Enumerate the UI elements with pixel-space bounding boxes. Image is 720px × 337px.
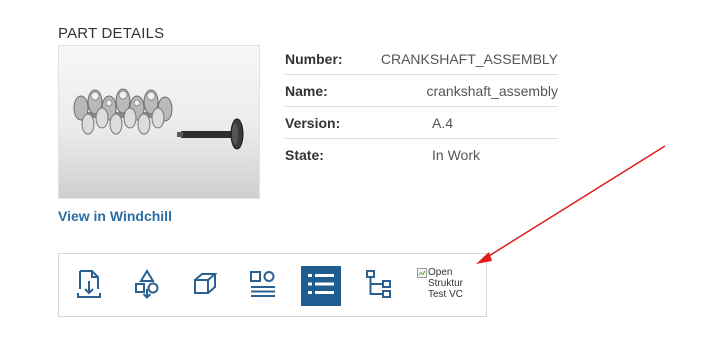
section-title: PART DETAILS — [58, 25, 165, 42]
property-row-version: Version: A.4 — [285, 107, 558, 139]
list-icon — [307, 272, 335, 301]
property-label: Version: — [285, 114, 341, 131]
attributes-list-icon — [249, 270, 277, 303]
property-row-number: Number: CRANKSHAFT_ASSEMBLY — [285, 43, 558, 75]
view-in-windchill-link[interactable]: View in Windchill — [58, 208, 172, 224]
download-document-button[interactable] — [69, 266, 109, 306]
structure-tree-icon — [365, 269, 393, 304]
3d-view-button[interactable] — [185, 266, 225, 306]
action-toolbar: Open Struktur Test VC — [58, 253, 487, 317]
cube-icon — [192, 271, 218, 302]
property-value: A.4 — [432, 114, 454, 131]
property-row-state: State: In Work — [285, 139, 558, 170]
property-label: State: — [285, 146, 324, 163]
structure-tree-button[interactable] — [359, 266, 399, 306]
shapes-download-button[interactable] — [127, 266, 167, 306]
open-structure-test-vc-image[interactable]: Open Struktur Test VC — [417, 267, 481, 300]
broken-image-icon — [417, 268, 427, 278]
property-value: crankshaft_assembly — [426, 82, 558, 99]
download-document-icon — [76, 269, 102, 304]
part-properties: Number: CRANKSHAFT_ASSEMBLY Name: cranks… — [285, 43, 558, 170]
property-row-name: Name: crankshaft_assembly — [285, 75, 558, 107]
property-label: Name: — [285, 82, 328, 99]
property-value: In Work — [432, 146, 480, 163]
broken-image-alt-text: Open Struktur Test VC — [428, 267, 464, 300]
property-label: Number: — [285, 50, 343, 67]
shapes-download-icon — [133, 268, 161, 304]
list-view-button[interactable] — [301, 266, 341, 306]
attributes-button[interactable] — [243, 266, 283, 306]
property-value: CRANKSHAFT_ASSEMBLY — [380, 50, 558, 67]
part-thumbnail — [58, 45, 260, 199]
